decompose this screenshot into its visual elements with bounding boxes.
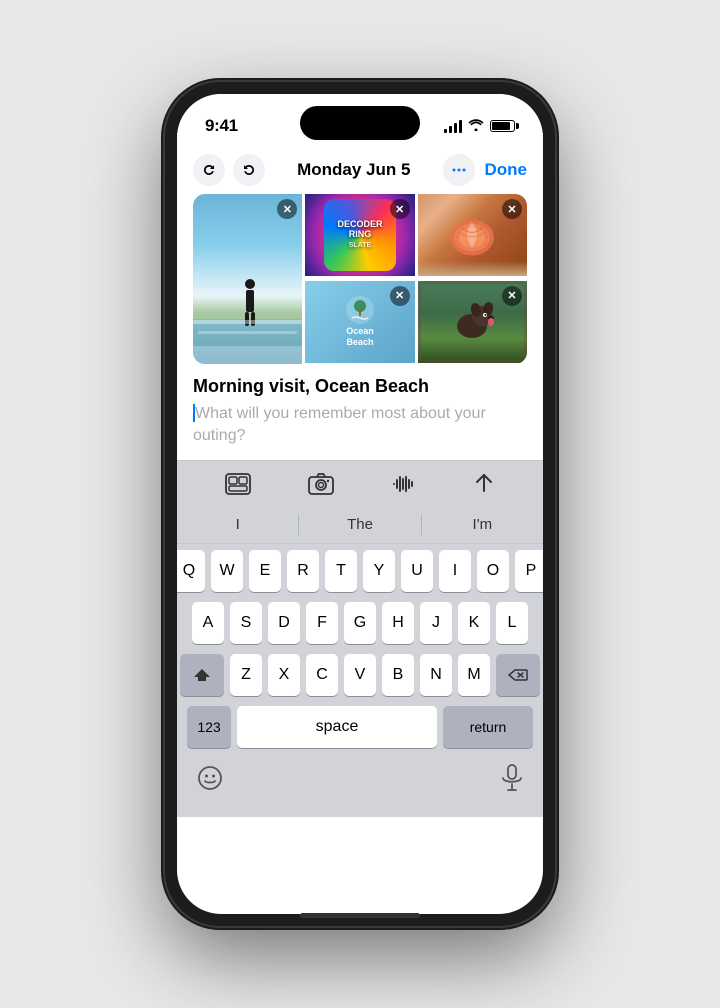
autocomplete-bar: I The I'm [177, 507, 543, 544]
header-date: Monday Jun 5 [265, 160, 443, 180]
camera-button[interactable] [308, 473, 334, 495]
key-P[interactable]: P [515, 550, 543, 592]
journal-text-area[interactable]: What will you remember most about your o… [193, 403, 527, 448]
audio-button[interactable] [390, 473, 416, 495]
status-time: 9:41 [205, 116, 238, 136]
dynamic-island [300, 106, 420, 140]
decoder-ring-cell: DECODER RING SLATE ✕ [305, 194, 414, 278]
remove-seashell-button[interactable]: ✕ [502, 199, 522, 219]
shift-key[interactable] [180, 654, 224, 696]
key-V[interactable]: V [344, 654, 376, 696]
header-right: Done [443, 154, 528, 186]
remove-dog-photo-button[interactable]: ✕ [502, 286, 522, 306]
keyboard: Q W E R T Y U I O P A S D F G H J [177, 544, 543, 756]
status-icons [444, 119, 516, 134]
dog-photo-cell: ✕ [418, 281, 527, 365]
journal-title: Morning visit, Ocean Beach [193, 376, 527, 397]
key-K[interactable]: K [458, 602, 490, 644]
space-key[interactable]: space [237, 706, 437, 748]
key-T[interactable]: T [325, 550, 357, 592]
key-B[interactable]: B [382, 654, 414, 696]
input-toolbar [177, 460, 543, 507]
beach-location-icon [346, 296, 374, 324]
battery-icon [490, 120, 515, 132]
key-I[interactable]: I [439, 550, 471, 592]
autocomplete-word-2[interactable]: The [299, 516, 420, 533]
beach-photo-cell: ✕ [193, 194, 302, 364]
redo-button[interactable] [233, 154, 265, 186]
delete-key[interactable] [496, 654, 540, 696]
phone-frame: 9:41 [165, 82, 555, 926]
microphone-button[interactable] [501, 764, 523, 797]
key-G[interactable]: G [344, 602, 376, 644]
key-E[interactable]: E [249, 550, 281, 592]
bottom-bar [177, 756, 543, 817]
key-F[interactable]: F [306, 602, 338, 644]
key-U[interactable]: U [401, 550, 433, 592]
done-button[interactable]: Done [485, 160, 528, 180]
emoji-button[interactable] [197, 765, 223, 796]
seashell-cell: ✕ [418, 194, 527, 278]
key-L[interactable]: L [496, 602, 528, 644]
keyboard-row-4: 123 space return [181, 706, 539, 748]
autocomplete-word-3[interactable]: I'm [422, 516, 543, 533]
wifi-icon [468, 119, 484, 134]
key-J[interactable]: J [420, 602, 452, 644]
key-X[interactable]: X [268, 654, 300, 696]
media-grid: ✕ DECODER RING SLATE ✕ [193, 194, 527, 364]
autocomplete-word-1[interactable]: I [177, 516, 298, 533]
remove-ocean-beach-button[interactable]: ✕ [390, 286, 410, 306]
header-left [193, 154, 265, 186]
return-key[interactable]: return [443, 706, 533, 748]
keyboard-row-1: Q W E R T Y U I O P [181, 550, 539, 592]
journal-header: Monday Jun 5 Done [177, 144, 543, 194]
key-D[interactable]: D [268, 602, 300, 644]
photo-library-button[interactable] [225, 473, 251, 495]
remove-decoder-ring-button[interactable]: ✕ [390, 199, 410, 219]
status-bar: 9:41 [177, 94, 543, 144]
keyboard-row-3: Z X C V B N M [181, 654, 539, 696]
send-button[interactable] [473, 473, 495, 495]
key-Z[interactable]: Z [230, 654, 262, 696]
ocean-beach-label: OceanBeach [346, 326, 374, 348]
ocean-beach-tile-cell: OceanBeach ✕ [305, 281, 414, 365]
key-Q[interactable]: Q [177, 550, 205, 592]
key-W[interactable]: W [211, 550, 243, 592]
journal-content[interactable]: Morning visit, Ocean Beach What will you… [177, 376, 543, 460]
journal-placeholder: What will you remember most about your o… [193, 405, 486, 444]
phone-screen: 9:41 [177, 94, 543, 914]
key-R[interactable]: R [287, 550, 319, 592]
key-Y[interactable]: Y [363, 550, 395, 592]
key-H[interactable]: H [382, 602, 414, 644]
key-S[interactable]: S [230, 602, 262, 644]
key-A[interactable]: A [192, 602, 224, 644]
keyboard-row-2: A S D F G H J K L [181, 602, 539, 644]
key-O[interactable]: O [477, 550, 509, 592]
key-M[interactable]: M [458, 654, 490, 696]
home-indicator [300, 913, 420, 918]
key-N[interactable]: N [420, 654, 452, 696]
numbers-key[interactable]: 123 [187, 706, 231, 748]
undo-button[interactable] [193, 154, 225, 186]
signal-bars-icon [444, 120, 463, 133]
key-C[interactable]: C [306, 654, 338, 696]
more-button[interactable] [443, 154, 475, 186]
beach-photo [193, 194, 302, 364]
